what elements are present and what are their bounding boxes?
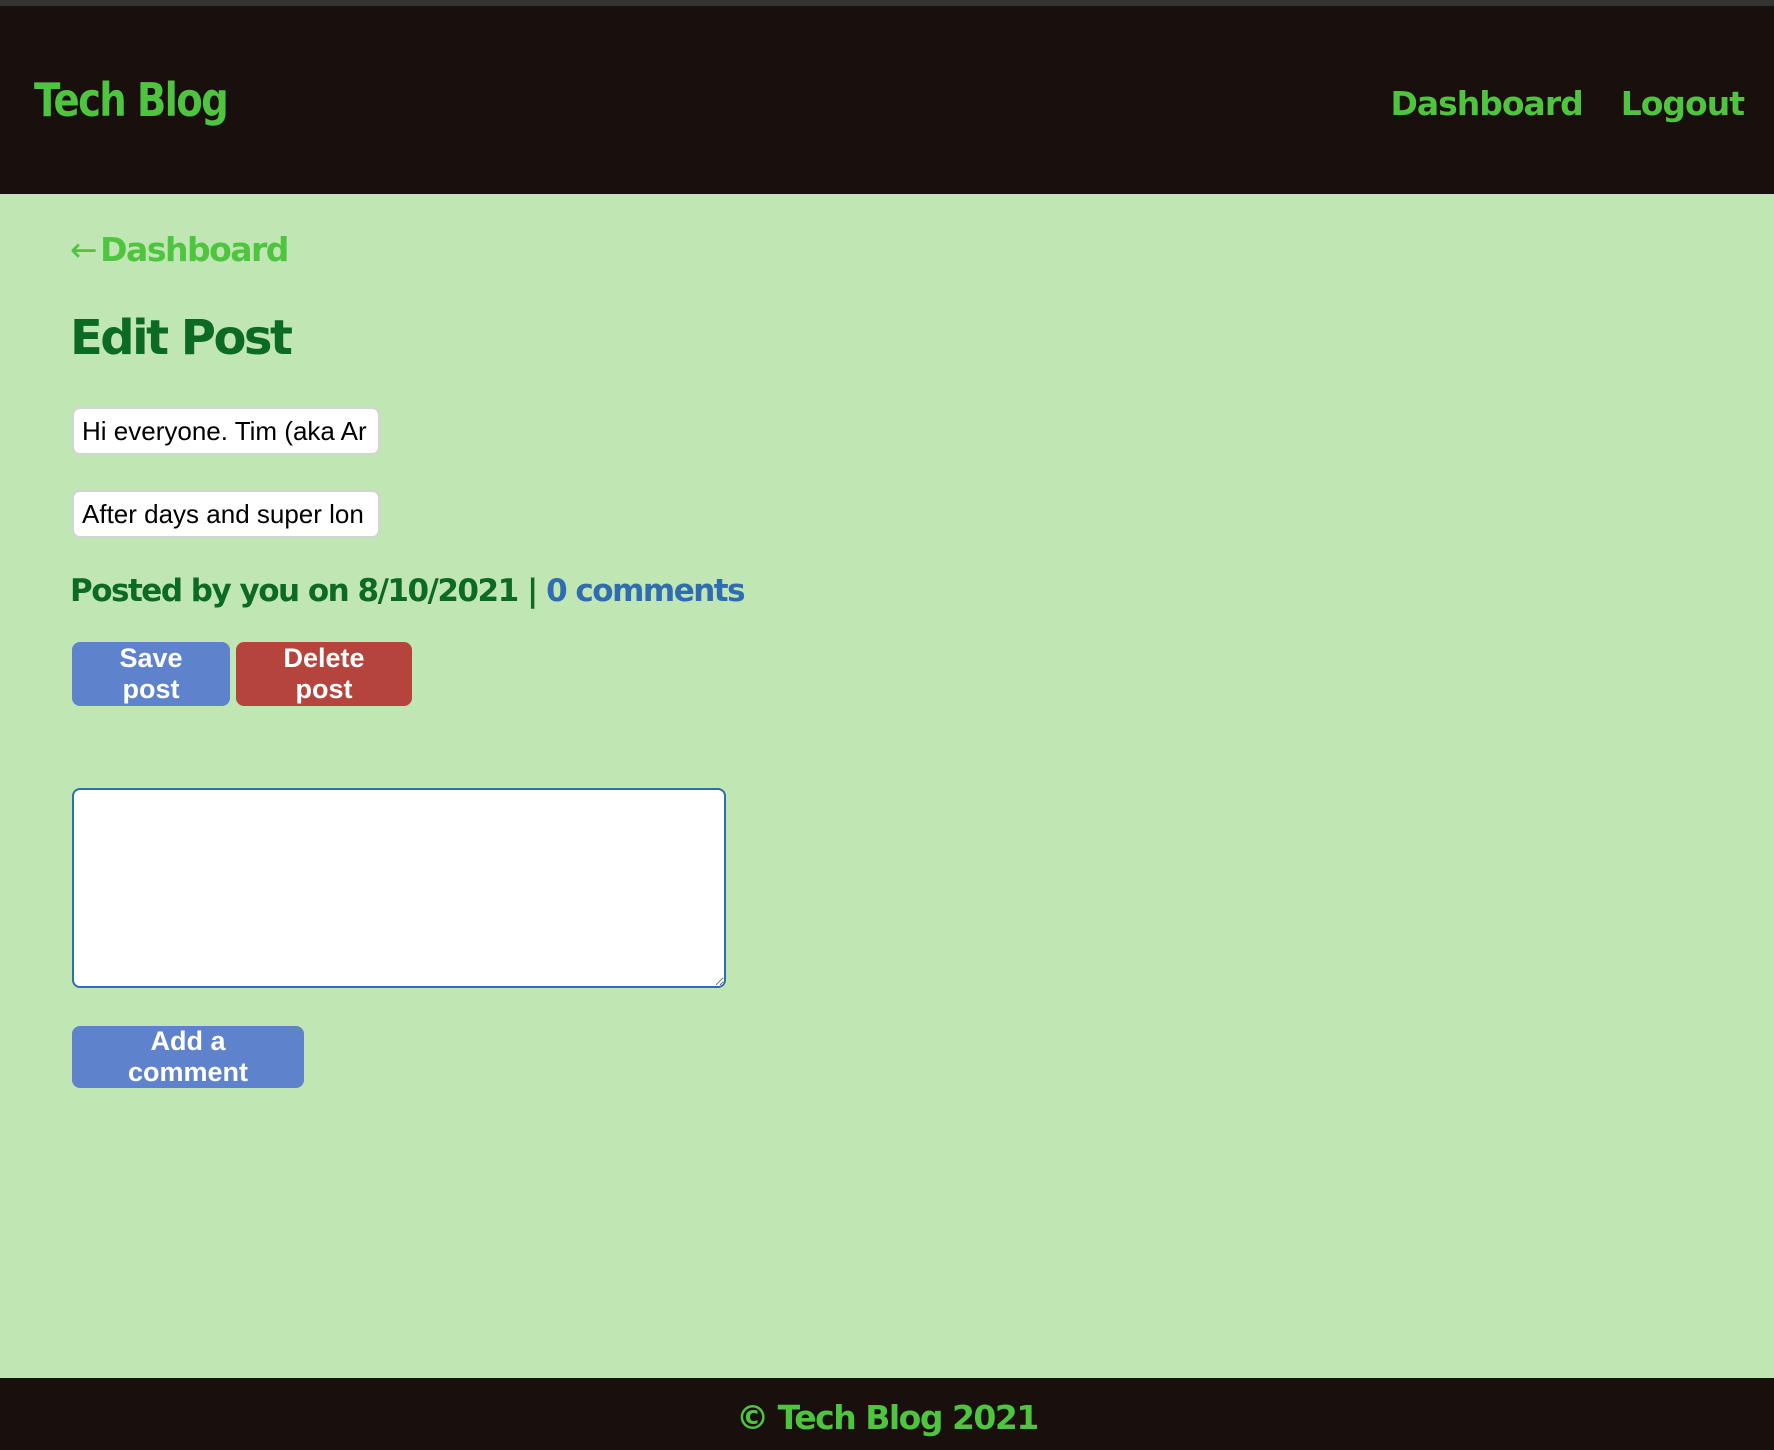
brand-logo-link[interactable]: Tech Blog [34, 72, 229, 128]
add-comment-button[interactable]: Add a comment [72, 1026, 304, 1088]
footer-copyright: © Tech Blog 2021 [736, 1398, 1039, 1437]
post-body-input[interactable] [72, 490, 380, 538]
nav-logout-link[interactable]: Logout [1621, 82, 1745, 126]
left-arrow-icon: ← [70, 230, 98, 269]
page-title: Edit Post [70, 310, 293, 366]
post-title-input[interactable] [72, 407, 380, 455]
comment-textarea[interactable] [72, 788, 726, 988]
back-link-label: Dashboard [100, 230, 289, 269]
delete-post-button[interactable]: Delete post [236, 642, 412, 706]
post-meta: Posted by you on 8/10/2021 | 0 comments [70, 570, 746, 612]
site-footer: © Tech Blog 2021 [0, 1378, 1774, 1450]
nav-dashboard-link[interactable]: Dashboard [1390, 82, 1583, 126]
post-meta-text: Posted by you on 8/10/2021 | [70, 573, 547, 609]
back-to-dashboard-link[interactable]: ← Dashboard [70, 229, 289, 271]
site-header: Tech Blog Dashboard Logout [0, 6, 1774, 194]
main-nav: Dashboard Logout [1390, 82, 1745, 126]
save-post-button[interactable]: Save post [72, 642, 230, 706]
comments-count-link[interactable]: 0 comments [546, 573, 746, 609]
